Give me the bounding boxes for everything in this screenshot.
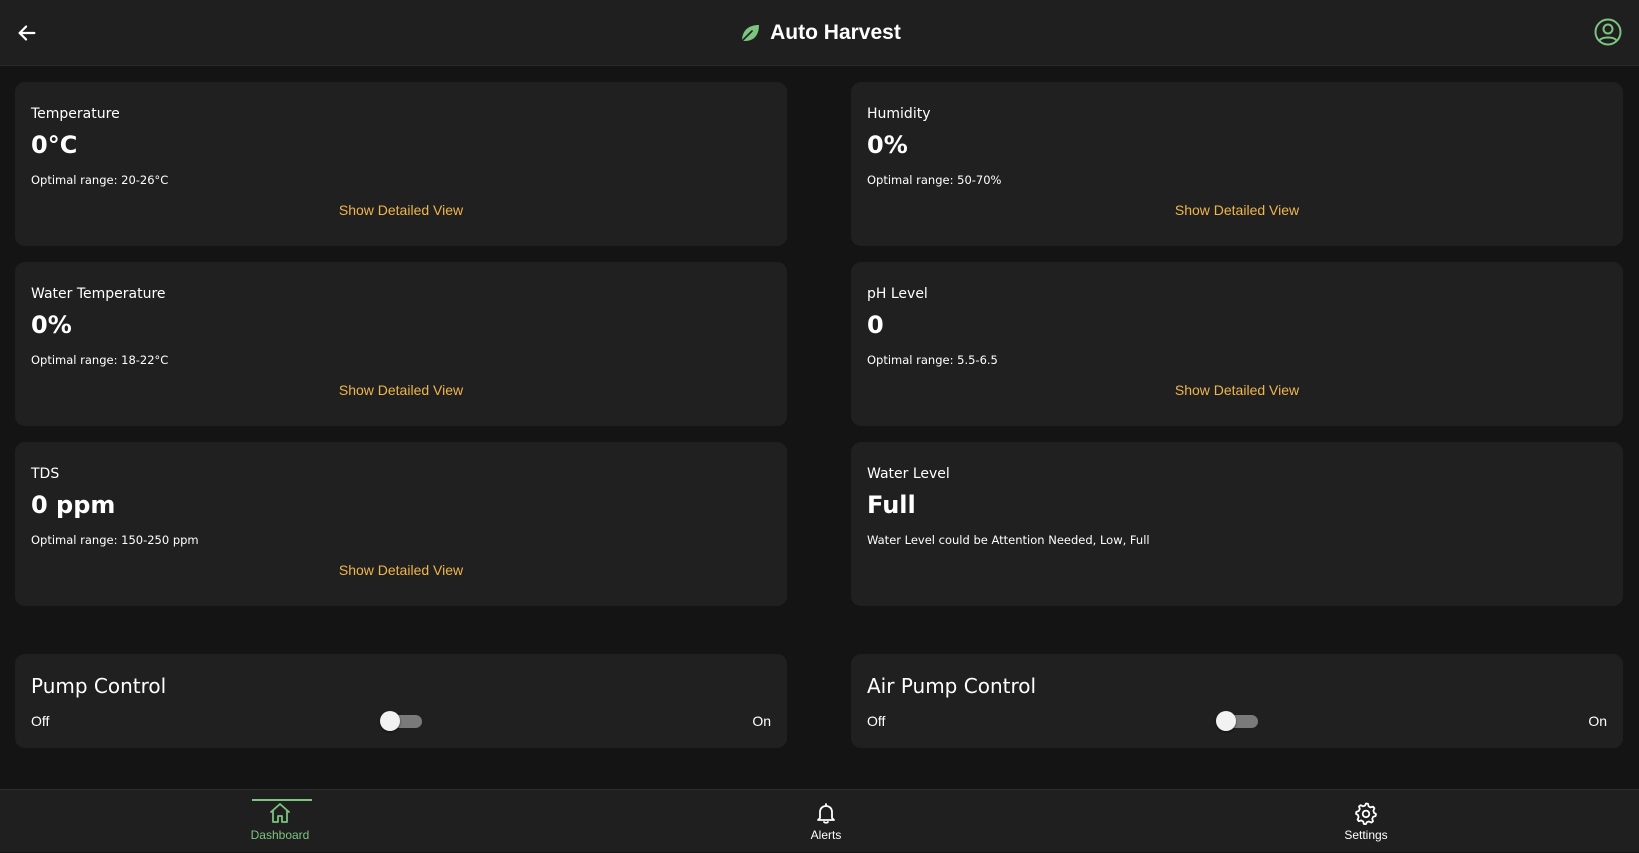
metric-label: Humidity xyxy=(867,106,931,122)
air-pump-toggle[interactable] xyxy=(1216,710,1258,732)
metric-note: Optimal range: 18-22°C xyxy=(31,353,169,367)
metric-value: 0% xyxy=(867,131,908,159)
metric-label: TDS xyxy=(31,466,60,482)
metric-value: 0°C xyxy=(31,131,78,159)
metric-value: 0 xyxy=(867,311,884,339)
bell-icon xyxy=(817,803,835,824)
profile-button[interactable] xyxy=(1593,17,1623,47)
pump-toggle[interactable] xyxy=(380,710,422,732)
metric-label: pH Level xyxy=(867,286,928,302)
off-label: Off xyxy=(31,713,50,729)
app-header: Auto Harvest xyxy=(0,0,1639,66)
metric-note: Water Level could be Attention Needed, L… xyxy=(867,533,1150,547)
nav-label: Settings xyxy=(1344,828,1388,842)
metric-label: Water Temperature xyxy=(31,286,166,302)
toggle-thumb xyxy=(1216,711,1236,731)
active-indicator xyxy=(252,799,312,801)
show-detailed-view-link[interactable]: Show Detailed View xyxy=(15,202,787,218)
on-label: On xyxy=(752,713,771,729)
control-title: Air Pump Control xyxy=(867,674,1037,698)
nav-alerts[interactable]: Alerts xyxy=(766,790,886,853)
humidity-card: Humidity 0% Optimal range: 50-70% Show D… xyxy=(851,82,1623,246)
metric-note: Optimal range: 150-250 ppm xyxy=(31,533,199,547)
nav-settings[interactable]: Settings xyxy=(1306,790,1426,853)
show-detailed-view-link[interactable]: Show Detailed View xyxy=(851,382,1623,398)
gear-icon xyxy=(1355,802,1377,825)
nav-label: Dashboard xyxy=(250,828,310,842)
on-label: On xyxy=(1588,713,1607,729)
metric-note: Optimal range: 20-26°C xyxy=(31,173,169,187)
nav-dashboard[interactable]: Dashboard xyxy=(220,790,340,853)
toggle-thumb xyxy=(380,711,400,731)
nav-label: Alerts xyxy=(810,828,842,842)
pump-control-card: Pump Control Off On xyxy=(15,654,787,748)
metric-label: Temperature xyxy=(31,106,120,122)
tds-card: TDS 0 ppm Optimal range: 150-250 ppm Sho… xyxy=(15,442,787,606)
show-detailed-view-link[interactable]: Show Detailed View xyxy=(851,202,1623,218)
metric-value: 0% xyxy=(31,311,72,339)
app-title: Auto Harvest xyxy=(770,21,901,44)
user-circle-icon xyxy=(1594,18,1622,46)
show-detailed-view-link[interactable]: Show Detailed View xyxy=(15,562,787,578)
metric-note: Optimal range: 50-70% xyxy=(867,173,1002,187)
home-icon xyxy=(270,803,290,823)
ph-level-card: pH Level 0 Optimal range: 5.5-6.5 Show D… xyxy=(851,262,1623,426)
water-temperature-card: Water Temperature 0% Optimal range: 18-2… xyxy=(15,262,787,426)
metric-value: Full xyxy=(867,491,916,519)
show-detailed-view-link[interactable]: Show Detailed View xyxy=(15,382,787,398)
metric-note: Optimal range: 5.5-6.5 xyxy=(867,353,998,367)
off-label: Off xyxy=(867,713,886,729)
metric-label: Water Level xyxy=(867,466,950,482)
brand: Auto Harvest xyxy=(0,16,1639,50)
air-pump-control-card: Air Pump Control Off On xyxy=(851,654,1623,748)
bottom-nav: Dashboard Alerts Settings xyxy=(0,789,1639,852)
control-title: Pump Control xyxy=(31,674,167,698)
metric-value: 0 ppm xyxy=(31,491,116,519)
temperature-card: Temperature 0°C Optimal range: 20-26°C S… xyxy=(15,82,787,246)
leaf-icon xyxy=(741,25,760,42)
water-level-card: Water Level Full Water Level could be At… xyxy=(851,442,1623,606)
